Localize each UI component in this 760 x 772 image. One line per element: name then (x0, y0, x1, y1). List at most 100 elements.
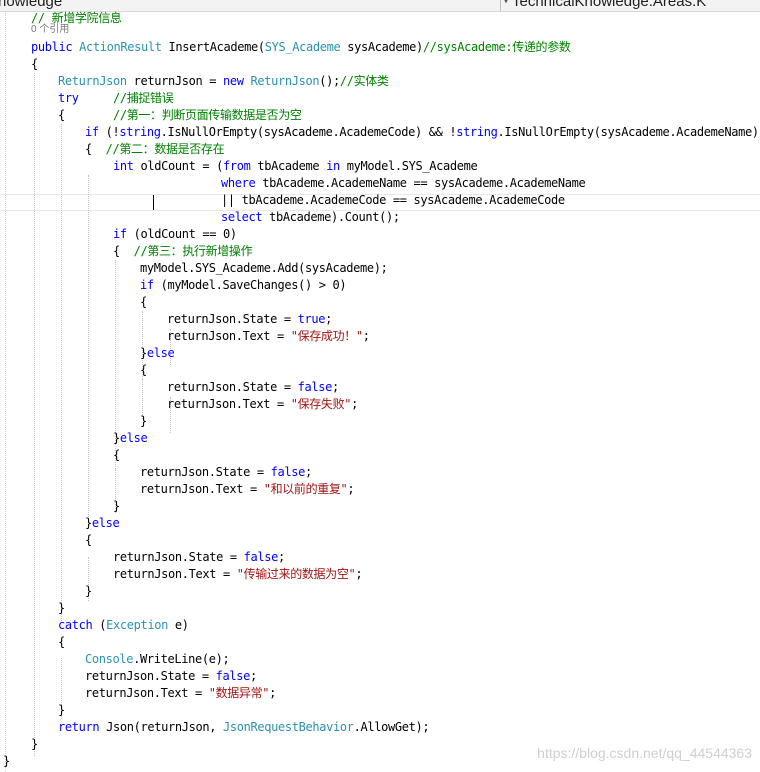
code-token: else (91, 516, 120, 530)
code-line: returnJson.State = false; (140, 464, 312, 481)
code-token: from (223, 159, 251, 173)
code-line: catch (Exception e) (58, 617, 189, 634)
code-token: .AllowGet); (353, 720, 430, 734)
code-token: e) (168, 618, 189, 632)
code-token: } (85, 584, 92, 598)
code-token: returnJson.Text = (113, 567, 237, 581)
code-token: ; (325, 312, 332, 326)
code-token: } (113, 499, 120, 513)
codelens-reference-count[interactable]: 0 个引用 (31, 21, 69, 38)
code-token: returnJson.Text = (167, 329, 291, 343)
code-token: Console (85, 652, 134, 666)
code-token: myModel.SYS_Academe (339, 159, 478, 173)
code-line: { (140, 362, 147, 379)
code-token: "保存失败" (290, 397, 352, 411)
code-line: return Json(returnJson, JsonRequestBehav… (58, 719, 430, 736)
code-line: { (31, 56, 38, 73)
code-line: myModel.SYS_Academe.Add(sysAcademe); (140, 260, 388, 277)
code-line: }else (140, 345, 175, 362)
code-token: } (140, 414, 147, 428)
code-token: false (297, 380, 333, 394)
code-token: ReturnJson (250, 74, 320, 88)
code-line: where tbAcademe.AcademeName == sysAcadem… (221, 175, 586, 192)
code-token: ; (250, 669, 257, 683)
code-token: (! (98, 125, 120, 139)
namespace-dropdown-label[interactable]: TechnicalKnowledge.Areas.K (512, 0, 706, 10)
gutter-outline (5, 11, 6, 772)
code-token: try (58, 91, 79, 105)
code-line: } (113, 498, 120, 515)
code-token: ; (332, 380, 339, 394)
code-line: } (140, 413, 147, 430)
code-token: ; (362, 329, 370, 343)
code-token: JsonRequestBehavior (223, 720, 354, 734)
code-token: returnJson.Text = (167, 397, 291, 411)
code-token: { (85, 142, 92, 156)
code-token: if (85, 125, 99, 139)
code-token: } (3, 754, 10, 768)
code-token: { (58, 108, 65, 122)
code-token: if (113, 227, 127, 241)
code-token: .IsNullOrEmpty(sysAcademe.AcademeCode) &… (160, 125, 457, 139)
code-token: catch (58, 618, 93, 632)
code-token: true (297, 312, 326, 326)
code-token: (oldCount == 0) (126, 227, 237, 241)
code-token: ; (278, 550, 285, 564)
code-token: false (243, 550, 279, 564)
code-token: //第二：数据是否存在 (105, 142, 225, 156)
code-line: }else (113, 430, 148, 447)
code-line: || tbAcademe.AcademeCode == sysAcademe.A… (221, 192, 565, 209)
code-line: { //第三：执行新增操作 (113, 243, 253, 260)
code-token: SYS_Academe (264, 40, 341, 54)
code-token: "保存成功！" (290, 329, 363, 343)
code-token: "和以前的重复" (263, 482, 348, 496)
code-token: else (119, 431, 148, 445)
code-token: ReturnJson (58, 74, 127, 88)
code-line: returnJson.Text = "数据异常"; (85, 685, 276, 702)
code-token: returnJson.State = (113, 550, 244, 564)
code-line: returnJson.State = false; (113, 549, 285, 566)
code-token: //第一：判断页面传输数据是否为空 (113, 108, 302, 122)
code-token: || tbAcademe.AcademeCode == sysAcademe.A… (221, 193, 565, 207)
code-token: ; (269, 686, 276, 700)
code-line: returnJson.Text = "保存失败"; (167, 396, 358, 413)
code-line: ReturnJson returnJson = new ReturnJson()… (58, 73, 389, 90)
code-token: if (140, 278, 154, 292)
code-token: ActionResult (79, 40, 162, 54)
code-token: //捕捉错误 (113, 91, 174, 105)
code-token: { (58, 635, 65, 649)
code-token: in (326, 159, 340, 173)
code-token: new (223, 74, 244, 88)
code-line: int oldCount = (from tbAcademe in myMode… (113, 158, 478, 175)
code-token: returnJson.State = (167, 380, 298, 394)
code-line: select tbAcademe).Count(); (221, 209, 400, 226)
code-line: { //第一：判断页面传输数据是否为空 (58, 107, 302, 124)
code-token: { (140, 363, 147, 377)
code-token: { (85, 533, 92, 547)
code-token: int (113, 159, 134, 173)
code-token: returnJson.Text = (140, 482, 264, 496)
code-line: returnJson.Text = "和以前的重复"; (140, 481, 355, 498)
code-token: //sysAcademe:传递的参数 (422, 40, 571, 54)
code-line: { //第二：数据是否存在 (85, 141, 225, 158)
code-line: { (58, 634, 65, 651)
code-line: returnJson.State = false; (85, 668, 257, 685)
code-token: returnJson.State = (140, 465, 271, 479)
code-editor[interactable]: // 新增学院信息 0 个引用 public ActionResult Insert… (0, 11, 760, 772)
project-dropdown-label[interactable]: nowledge (0, 0, 62, 10)
indent-guide (88, 175, 89, 527)
code-line: if (myModel.SaveChanges() > 0) (140, 277, 347, 294)
code-line: if (oldCount == 0) (113, 226, 237, 243)
code-token: } (58, 601, 65, 615)
code-token: ; (355, 567, 363, 581)
code-token: (); (319, 74, 340, 88)
code-token: tbAcademe.AcademeName == sysAcademe.Acad… (255, 176, 586, 190)
code-token: { (113, 448, 120, 462)
code-line: }else (85, 515, 120, 532)
chevron-down-icon[interactable]: ▾ (503, 0, 509, 7)
watermark: https://blog.csdn.net/qq_44544363 (537, 745, 752, 761)
